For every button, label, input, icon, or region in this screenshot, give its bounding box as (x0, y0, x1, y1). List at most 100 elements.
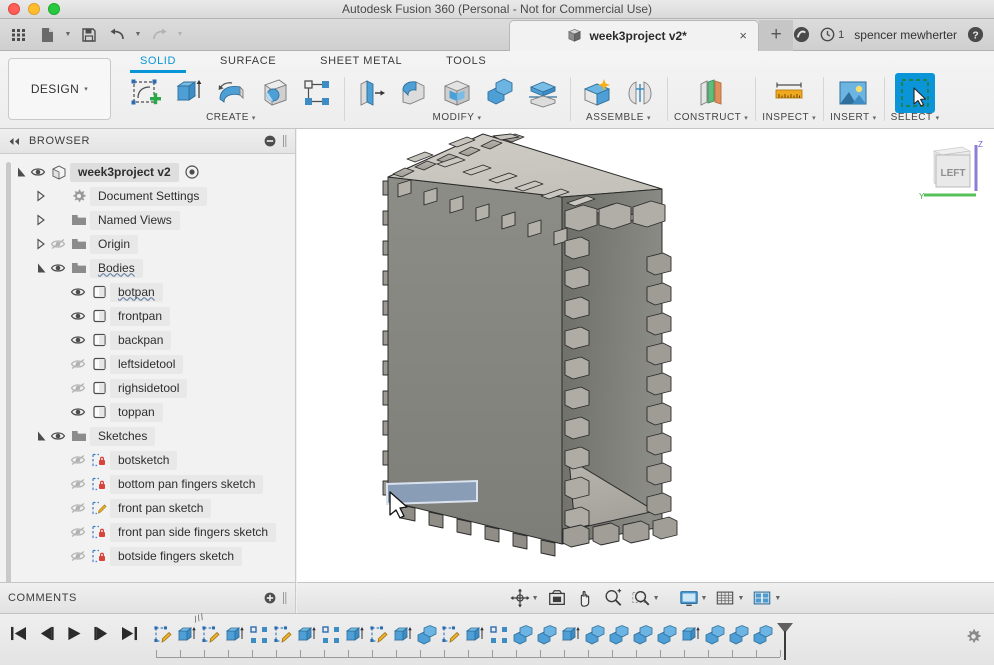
apps-grid-icon[interactable] (6, 22, 32, 48)
expand-toggle[interactable] (34, 214, 48, 226)
create-sketch-icon[interactable] (125, 73, 165, 113)
help-icon[interactable]: ? (967, 26, 984, 43)
visibility-toggle[interactable] (28, 165, 48, 179)
expand-toggle[interactable] (14, 166, 28, 178)
browser-node-toppan[interactable]: toppan (0, 400, 295, 424)
insert-image-icon[interactable] (833, 73, 873, 113)
browser-node-week3project-v2[interactable]: week3project v2 (0, 160, 295, 184)
undo-icon[interactable] (104, 22, 130, 48)
timeline-feature-16[interactable] (536, 624, 557, 646)
timeline-feature-13[interactable] (464, 624, 485, 646)
chevron-down-icon[interactable]: ▾ (936, 114, 940, 122)
chevron-down-icon[interactable]: ▾ (873, 114, 877, 122)
chevron-down-icon[interactable]: ▼ (774, 595, 781, 602)
timeline-feature-20[interactable] (632, 624, 653, 646)
sphere-icon[interactable] (254, 73, 294, 113)
timeline-feature-6[interactable] (296, 624, 317, 646)
save-icon[interactable] (76, 22, 102, 48)
grid-snaps-button[interactable]: ▼ (712, 586, 747, 610)
visibility-toggle[interactable] (68, 453, 88, 467)
browser-node-botpan[interactable]: botpan (0, 280, 295, 304)
grip-icon[interactable] (282, 134, 287, 148)
timeline-feature-9[interactable] (368, 624, 389, 646)
orbit-button[interactable]: ▼ (507, 586, 542, 610)
chevron-down-icon[interactable]: ▾ (812, 114, 816, 122)
timeline-feature-17[interactable] (560, 624, 581, 646)
browser-node-botsketch[interactable]: botsketch (0, 448, 295, 472)
browser-node-named-views[interactable]: Named Views (0, 208, 295, 232)
chevron-down-icon[interactable]: ▾ (647, 114, 651, 122)
chevron-down-icon[interactable]: ▾ (744, 114, 748, 122)
visibility-toggle[interactable] (68, 405, 88, 419)
undo-dropdown-caret[interactable]: ▼ (132, 22, 144, 48)
timeline-feature-2[interactable] (200, 624, 221, 646)
timeline-feature-7[interactable] (320, 624, 341, 646)
browser-node-front-pan-side-fingers-sketch[interactable]: front pan side fingers sketch (0, 520, 295, 544)
press-pull-icon[interactable] (351, 73, 391, 113)
browser-scrollbar[interactable] (6, 162, 11, 582)
visibility-toggle[interactable] (68, 525, 88, 539)
timeline-settings-gear-icon[interactable] (965, 628, 982, 645)
timeline-feature-3[interactable] (224, 624, 245, 646)
browser-node-botside-fingers-sketch[interactable]: botside fingers sketch (0, 544, 295, 568)
view-cube[interactable]: Z Y LEFT (910, 137, 988, 203)
browser-node-origin[interactable]: Origin (0, 232, 295, 256)
new-file-dropdown-caret[interactable]: ▼ (62, 22, 74, 48)
chevron-down-icon[interactable]: ▾ (252, 114, 256, 122)
step-back-icon[interactable] (38, 626, 55, 641)
joint-icon[interactable] (620, 73, 660, 113)
visibility-toggle[interactable] (68, 357, 88, 371)
expand-toggle[interactable] (34, 190, 48, 202)
timeline-feature-21[interactable] (656, 624, 677, 646)
revolve-icon[interactable] (211, 73, 251, 113)
zoom-button[interactable] (600, 586, 626, 610)
timeline-feature-22[interactable] (680, 624, 701, 646)
tab-surface[interactable]: SURFACE (198, 53, 298, 72)
browser-node-bodies[interactable]: Bodies (0, 256, 295, 280)
collapse-left-icon[interactable] (8, 137, 21, 146)
visibility-toggle[interactable] (48, 237, 68, 251)
timeline-feature-11[interactable] (416, 624, 437, 646)
timeline-feature-25[interactable] (752, 624, 773, 646)
expand-toggle[interactable] (34, 262, 48, 274)
display-settings-button[interactable]: ▼ (676, 586, 711, 610)
browser-node-backpan[interactable]: backpan (0, 328, 295, 352)
timeline-feature-8[interactable] (344, 624, 365, 646)
timeline-feature-1[interactable] (176, 624, 197, 646)
go-to-end-icon[interactable] (121, 626, 138, 641)
chevron-down-icon[interactable]: ▾ (477, 114, 481, 122)
activate-component-radio[interactable] (185, 165, 199, 179)
timeline-end-marker[interactable] (776, 622, 794, 660)
timeline-drag-handle[interactable]: /// (193, 612, 206, 625)
new-tab-button[interactable]: + (759, 19, 794, 51)
timeline-feature-23[interactable] (704, 624, 725, 646)
timeline-track[interactable]: /// (152, 612, 994, 665)
fillet-icon[interactable] (394, 73, 434, 113)
timeline-feature-0[interactable] (152, 624, 173, 646)
job-status-indicator[interactable]: 1 (820, 27, 844, 42)
viewports-button[interactable]: ▼ (749, 586, 784, 610)
visibility-toggle[interactable] (68, 549, 88, 563)
step-forward-icon[interactable] (93, 626, 110, 641)
grip-icon[interactable] (282, 591, 287, 605)
offset-plane-icon[interactable] (691, 73, 731, 113)
timeline-feature-18[interactable] (584, 624, 605, 646)
visibility-toggle[interactable] (68, 381, 88, 395)
chevron-down-icon[interactable]: ▼ (737, 595, 744, 602)
browser-node-righsidetool[interactable]: righsidetool (0, 376, 295, 400)
zoom-window-button[interactable]: ▼ (628, 586, 663, 610)
tab-sheet-metal[interactable]: SHEET METAL (298, 53, 424, 72)
workspace-switcher-button[interactable]: DESIGN ▾ (8, 58, 111, 120)
play-icon[interactable] (66, 626, 82, 641)
visibility-toggle[interactable] (68, 477, 88, 491)
fusion-logo-icon[interactable] (793, 26, 810, 43)
comments-panel[interactable]: COMMENTS (0, 582, 296, 613)
browser-node-front-pan-sketch[interactable]: front pan sketch (0, 496, 295, 520)
measure-ruler-icon[interactable] (769, 73, 809, 113)
chevron-down-icon[interactable]: ▼ (701, 595, 708, 602)
timeline-feature-5[interactable] (272, 624, 293, 646)
tab-tools[interactable]: TOOLS (424, 53, 508, 72)
shell-icon[interactable] (437, 73, 477, 113)
visibility-toggle[interactable] (68, 309, 88, 323)
timeline-feature-14[interactable] (488, 624, 509, 646)
